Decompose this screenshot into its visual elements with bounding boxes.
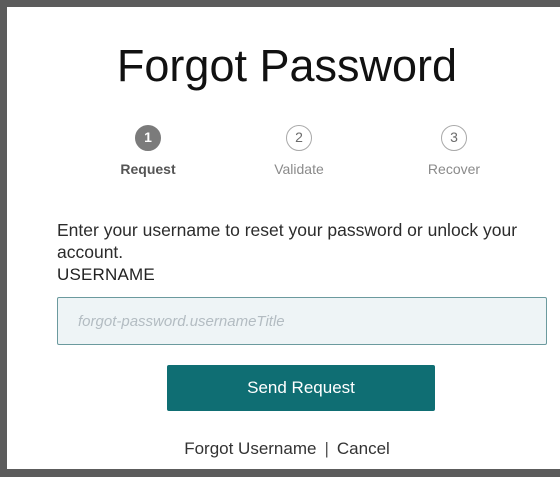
page-title: Forgot Password bbox=[116, 40, 458, 91]
footer-links: Forgot Username | Cancel bbox=[7, 439, 560, 459]
username-input[interactable] bbox=[57, 297, 547, 345]
link-separator: | bbox=[324, 439, 329, 458]
step-number-2: 2 bbox=[286, 125, 312, 151]
step-recover: 3 Recover bbox=[394, 125, 514, 177]
step-label-recover: Recover bbox=[427, 161, 481, 177]
step-number-3: 3 bbox=[441, 125, 467, 151]
forgot-username-link[interactable]: Forgot Username bbox=[184, 439, 316, 458]
step-request: 1 Request bbox=[88, 125, 208, 177]
instructions-text: Enter your username to reset your passwo… bbox=[57, 220, 518, 262]
username-label: USERNAME bbox=[57, 265, 155, 284]
cancel-link[interactable]: Cancel bbox=[337, 439, 390, 458]
progress-steps: 1 Request 2 Validate 3 Recover bbox=[67, 125, 537, 195]
step-number-1: 1 bbox=[135, 125, 161, 151]
forgot-password-panel: Forgot Password 1 Request 2 Validate 3 R… bbox=[0, 0, 560, 477]
step-label-validate: Validate bbox=[274, 161, 324, 177]
send-request-button[interactable]: Send Request bbox=[167, 365, 435, 411]
step-label-request: Request bbox=[120, 161, 176, 177]
step-validate: 2 Validate bbox=[239, 125, 359, 177]
